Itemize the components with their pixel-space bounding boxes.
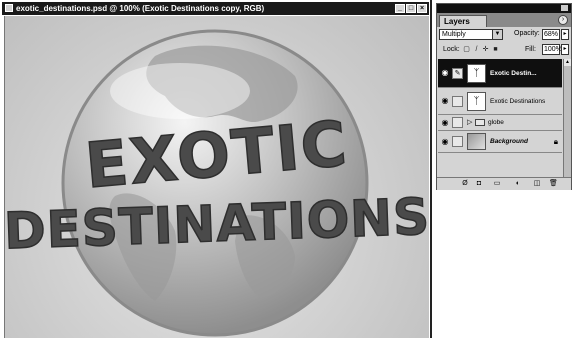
link-icon[interactable] (452, 136, 463, 147)
blend-mode-value: Multiply (442, 31, 466, 38)
fill-arrow-icon[interactable]: ▸ (561, 44, 569, 55)
lock-row: Lock: ▢ / ✛ ■ Fill: 100% ▸ (439, 44, 570, 56)
close-button[interactable]: × (417, 4, 427, 13)
layer-name: Exotic Destin... (490, 70, 537, 77)
fill-field[interactable]: 100% (542, 44, 562, 55)
new-layer-icon[interactable]: ◫ (533, 180, 541, 188)
globe-highlight (110, 63, 250, 119)
document-title-bar[interactable]: exotic_destinations.psd @ 100% (Exotic D… (2, 2, 429, 15)
eye-icon[interactable]: ◉ (440, 118, 450, 128)
layers-scrollbar[interactable]: ▲ (563, 59, 571, 177)
palette-menu-icon[interactable]: › (558, 15, 568, 25)
palette-minimize-button[interactable] (561, 5, 568, 11)
folder-icon (475, 119, 485, 126)
document-title: exotic_destinations.psd @ 100% (Exotic D… (16, 4, 265, 13)
expand-triangle-icon[interactable]: ▷ (467, 118, 472, 126)
artwork: EXOTIC DESTINATIONS (5, 29, 429, 337)
eye-icon[interactable]: ◉ (440, 137, 450, 147)
minimize-button[interactable]: _ (395, 4, 405, 13)
palette-footer: Ø ◘ ▭ ◐ ◫ 🗑︎ (437, 177, 571, 190)
trash-icon[interactable]: 🗑︎ (549, 180, 558, 188)
document-icon (5, 4, 13, 12)
opacity-field[interactable]: 68% (542, 29, 560, 40)
fill-label: Fill: (525, 46, 536, 53)
layers-list: ◉ ✎ ᛉ Exotic Destin... ◉ ᛉ Exotic Destin… (438, 59, 562, 177)
adjustment-layer-icon[interactable]: ◐ (514, 180, 522, 188)
paintbrush-icon[interactable]: ✎ (452, 68, 463, 79)
layer-row[interactable]: ◉ ✎ ᛉ Exotic Destin... (438, 59, 562, 88)
lock-label: Lock: (443, 46, 460, 53)
layer-style-icon[interactable]: Ø (461, 180, 469, 188)
window-controls: _ □ × (395, 4, 427, 13)
layer-name: globe (488, 119, 504, 126)
lock-transparency-icon[interactable]: ▢ (463, 46, 470, 53)
eye-icon[interactable]: ◉ (440, 96, 450, 106)
mask-icon[interactable]: ◘ (475, 180, 483, 188)
layers-palette: Layers › Multiply ▼ Opacity: 68% ▸ Lock:… (436, 3, 572, 190)
link-icon[interactable] (452, 117, 463, 128)
palette-drag-bar[interactable] (437, 4, 571, 13)
lock-position-icon[interactable]: ✛ (482, 46, 489, 53)
layer-thumbnail: ᛉ (467, 64, 486, 83)
chevron-down-icon[interactable]: ▼ (492, 30, 502, 39)
lock-icon: 🔒︎ (553, 137, 558, 146)
opacity-arrow-icon[interactable]: ▸ (561, 29, 569, 40)
layer-thumbnail: ᛉ (467, 92, 486, 111)
layer-row[interactable]: ◉ Background 🔒︎ (438, 131, 562, 153)
image-canvas[interactable]: EXOTIC DESTINATIONS (4, 16, 429, 338)
layer-thumbnail (467, 133, 486, 150)
document-window: exotic_destinations.psd @ 100% (Exotic D… (0, 0, 430, 338)
palette-tab-row: Layers › (437, 13, 571, 27)
layer-name: Exotic Destinations (490, 98, 546, 105)
tab-layers[interactable]: Layers (439, 15, 487, 27)
scroll-up-icon[interactable]: ▲ (564, 59, 571, 66)
lock-image-icon[interactable]: / (473, 46, 480, 53)
blend-row: Multiply ▼ Opacity: 68% ▸ (439, 29, 570, 41)
blend-mode-select[interactable]: Multiply ▼ (439, 29, 503, 40)
new-set-icon[interactable]: ▭ (493, 180, 501, 188)
layer-name: Background (490, 138, 528, 145)
layer-row[interactable]: ◉ ᛉ Exotic Destinations (438, 88, 562, 115)
eye-icon[interactable]: ◉ (440, 68, 450, 78)
lock-all-icon[interactable]: ■ (492, 46, 499, 53)
maximize-button[interactable]: □ (406, 4, 416, 13)
opacity-label: Opacity: (514, 30, 540, 37)
layer-row[interactable]: ◉ ▷ globe (438, 115, 562, 131)
link-icon[interactable] (452, 96, 463, 107)
